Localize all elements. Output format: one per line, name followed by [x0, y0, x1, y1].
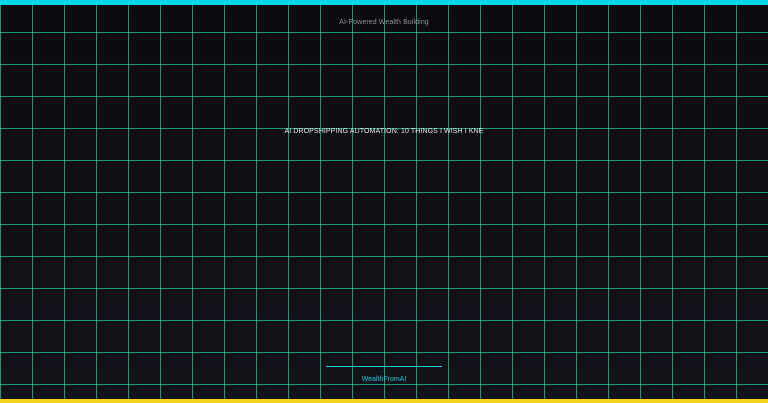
kicker-text: AI-Powered Wealth Building	[339, 19, 429, 26]
grid-background	[0, 0, 768, 403]
thumbnail-canvas: AI-Powered Wealth Building AI DROPSHIPPI…	[0, 0, 768, 403]
bottom-accent-bar	[0, 399, 768, 403]
brand-name: WealthFromAI	[361, 376, 407, 383]
brand-underline	[326, 366, 442, 367]
headline-text: AI DROPSHIPPING AUTOMATION: 10 THINGS I …	[284, 128, 484, 135]
top-accent-bar	[0, 0, 768, 5]
